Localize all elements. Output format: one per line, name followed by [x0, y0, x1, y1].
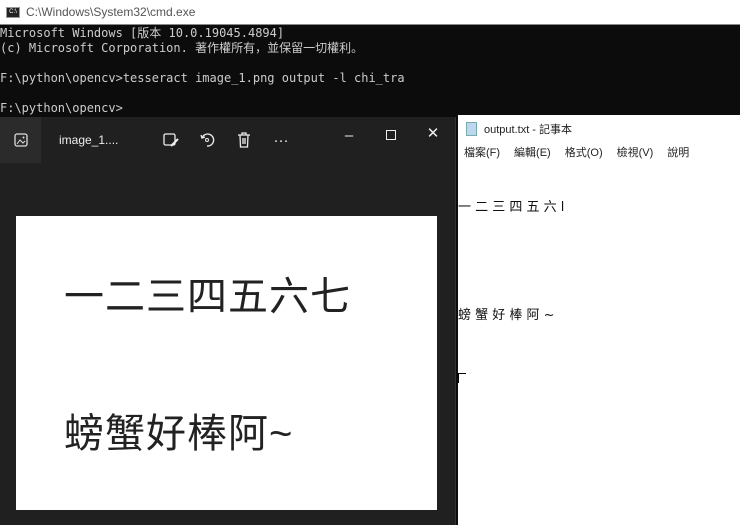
close-button[interactable]: ✕: [423, 123, 443, 143]
text-line: [458, 253, 740, 271]
edit-image-button[interactable]: [161, 130, 181, 150]
cmd-icon: C:\: [6, 6, 20, 18]
photos-window: image_1.... ··· – ✕ 一二三四五六七 螃蟹好棒阿~: [0, 117, 456, 525]
image-text-line: 螃蟹好棒阿~: [64, 412, 294, 456]
displayed-image: 一二三四五六七 螃蟹好棒阿~: [16, 216, 437, 510]
menu-edit[interactable]: 編輯(E): [514, 144, 551, 160]
more-icon: ···: [273, 131, 289, 149]
notepad-icon: [466, 122, 477, 136]
image-icon: [13, 133, 28, 147]
notepad-title: output.txt - 記事本: [484, 124, 573, 136]
cmd-title: C:\Windows\System32\cmd.exe: [26, 5, 196, 19]
trash-icon: [238, 132, 250, 148]
minimize-icon: –: [344, 126, 354, 144]
delete-button[interactable]: [234, 130, 254, 150]
maximize-icon: [386, 130, 396, 140]
console-output[interactable]: Microsoft Windows [版本 10.0.19045.4894] (c…: [0, 25, 740, 117]
minimize-button[interactable]: –: [339, 125, 359, 145]
text-line: 螃 蟹 好 棒 阿 ~: [458, 308, 555, 323]
console-line: F:\python\opencv>tesseract image_1.png o…: [0, 71, 405, 85]
text-line: 一 二 三 四 五 六 l: [458, 200, 565, 215]
menu-help[interactable]: 說明: [667, 144, 689, 160]
console-line: Microsoft Windows [版本 10.0.19045.4894]: [0, 26, 285, 40]
menu-format[interactable]: 格式(O): [565, 144, 603, 160]
rotate-icon: [200, 133, 215, 147]
notepad-title-bar: output.txt - 記事本: [458, 115, 740, 143]
image-text-line: 一二三四五六七: [64, 275, 351, 319]
photos-toolbar: image_1.... ··· – ✕: [0, 117, 455, 163]
menu-bar: 檔案(F) 編輯(E) 格式(O) 檢視(V) 說明: [458, 143, 740, 161]
text-editor[interactable]: 一 二 三 四 五 六 l 螃 蟹 好 棒 阿 ~: [458, 161, 740, 419]
console-line: F:\python\opencv>: [0, 101, 123, 115]
menu-file[interactable]: 檔案(F): [464, 144, 500, 160]
console-line: (c) Microsoft Corporation. 著作權所有，並保留一切權利…: [0, 41, 364, 55]
cmd-title-bar: C:\ C:\Windows\System32\cmd.exe: [0, 0, 740, 25]
gallery-button[interactable]: [0, 117, 41, 163]
maximize-button[interactable]: [381, 125, 401, 145]
more-options-button[interactable]: ···: [271, 130, 291, 150]
edit-image-icon: [163, 133, 179, 147]
text-caret: [458, 373, 466, 383]
file-name: image_1....: [59, 133, 119, 147]
notepad-window: output.txt - 記事本 檔案(F) 編輯(E) 格式(O) 檢視(V)…: [458, 115, 740, 525]
close-icon: ✕: [426, 125, 440, 142]
menu-view[interactable]: 檢視(V): [617, 144, 654, 160]
rotate-button[interactable]: [197, 130, 217, 150]
